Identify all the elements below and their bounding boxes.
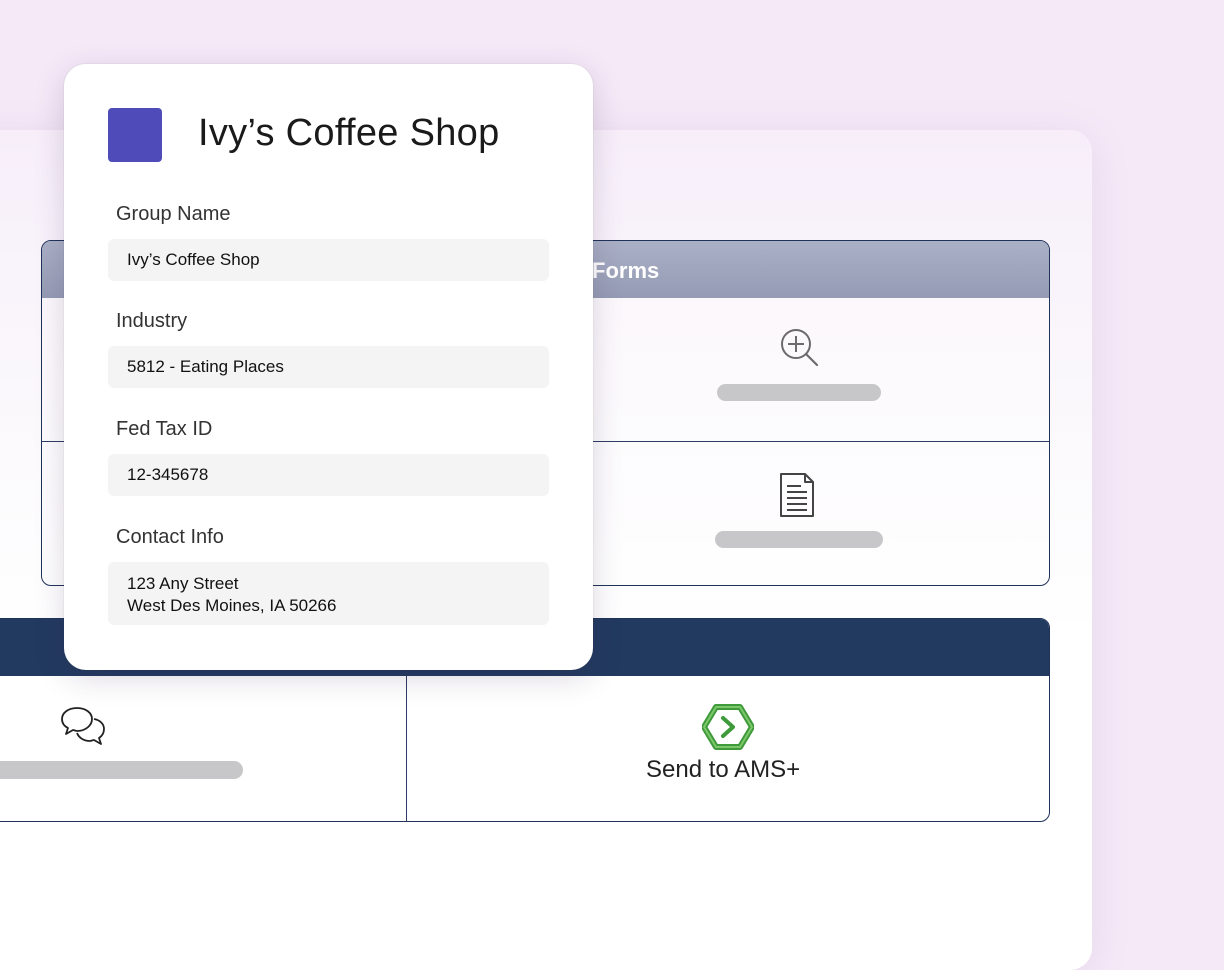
placeholder-bar — [0, 761, 243, 779]
chat-bubbles-icon[interactable] — [59, 705, 107, 749]
contact-info-label: Contact Info — [116, 526, 224, 548]
industry-field[interactable]: 5812 - Eating Places — [108, 346, 549, 388]
card-title: Ivy’s Coffee Shop — [198, 112, 500, 154]
placeholder-bar — [717, 384, 881, 401]
contact-info-field[interactable]: 123 Any Street West Des Moines, IA 50266 — [108, 562, 549, 625]
fed-tax-id-field[interactable]: 12-345678 — [108, 454, 549, 496]
contact-address-line2: West Des Moines, IA 50266 — [127, 596, 337, 615]
ams-plus-logo-icon — [702, 704, 754, 750]
group-name-field[interactable]: Ivy’s Coffee Shop — [108, 239, 549, 281]
forms-title: Forms — [592, 258, 660, 283]
action-divider — [406, 676, 407, 821]
send-to-ams-label: Send to AMS+ — [646, 756, 801, 783]
placeholder-bar — [715, 531, 883, 548]
document-icon[interactable] — [779, 472, 815, 518]
zoom-in-icon[interactable] — [777, 324, 821, 372]
group-info-card: Ivy’s Coffee Shop Group Name Ivy’s Coffe… — [64, 64, 593, 670]
industry-label: Industry — [116, 310, 188, 332]
fed-tax-id-label: Fed Tax ID — [116, 418, 213, 440]
group-avatar — [108, 108, 162, 162]
contact-address-line1: 123 Any Street — [127, 574, 239, 593]
group-name-label: Group Name — [116, 203, 231, 225]
